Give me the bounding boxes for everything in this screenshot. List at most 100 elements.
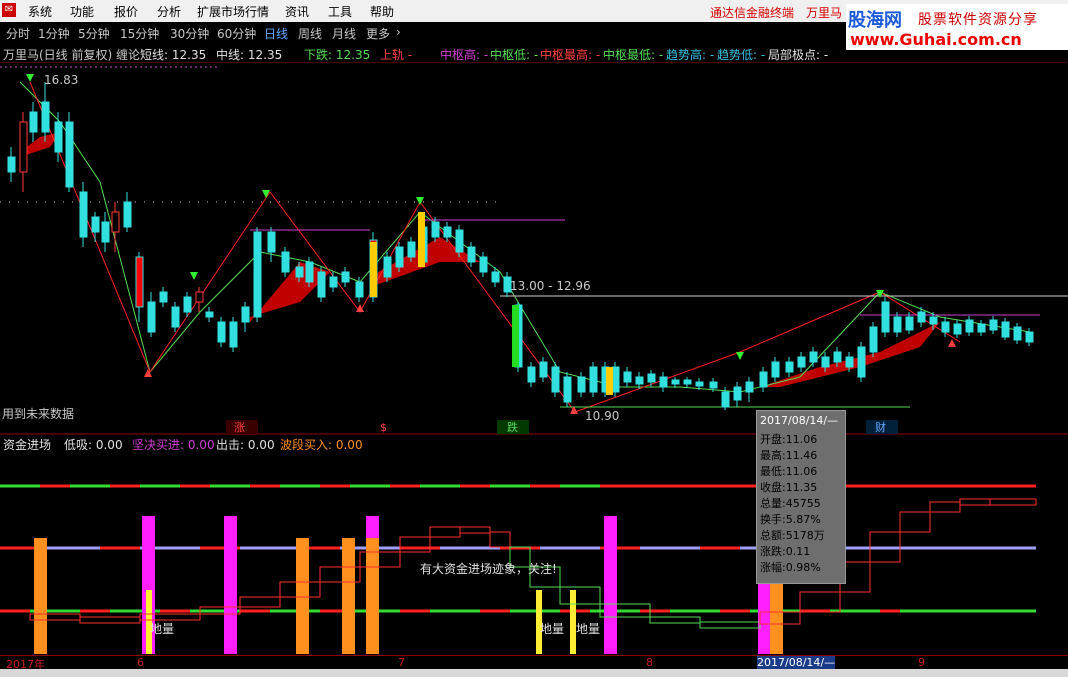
candle[interactable] xyxy=(29,111,38,133)
menu-extended-market[interactable]: 扩展市场行情 xyxy=(197,3,269,20)
stock-name-link[interactable]: 万里马 xyxy=(806,4,842,21)
period-weekly[interactable]: 周线 xyxy=(298,25,322,42)
candle[interactable] xyxy=(635,376,644,385)
candle[interactable] xyxy=(1001,321,1010,338)
candle[interactable] xyxy=(355,281,364,298)
candle[interactable] xyxy=(65,121,74,188)
candle[interactable] xyxy=(241,306,250,323)
candle[interactable] xyxy=(917,311,926,323)
candle[interactable] xyxy=(395,246,404,268)
candle[interactable] xyxy=(147,301,156,333)
candle[interactable] xyxy=(455,229,464,253)
highlight-candle[interactable] xyxy=(512,305,519,367)
menu-tools[interactable]: 工具 xyxy=(328,3,352,20)
candle[interactable] xyxy=(809,351,818,363)
candle[interactable] xyxy=(683,379,692,385)
terminal-link[interactable]: 通达信金融终端 xyxy=(710,4,794,21)
candle[interactable] xyxy=(833,351,842,363)
candle[interactable] xyxy=(965,319,974,333)
candle[interactable] xyxy=(111,211,120,233)
period-5min[interactable]: 5分钟 xyxy=(78,25,110,42)
candle[interactable] xyxy=(721,391,730,408)
candle[interactable] xyxy=(563,376,572,403)
candle[interactable] xyxy=(341,271,350,283)
candle[interactable] xyxy=(857,346,866,378)
candle[interactable] xyxy=(785,361,794,373)
candle[interactable] xyxy=(905,316,914,331)
period-more[interactable]: 更多 xyxy=(366,25,390,42)
menu-system[interactable]: 系统 xyxy=(28,3,52,20)
candle[interactable] xyxy=(577,376,586,393)
candle[interactable] xyxy=(183,296,192,313)
bottom-tab-bar[interactable] xyxy=(0,669,1068,677)
candle[interactable] xyxy=(989,319,998,331)
candle[interactable] xyxy=(159,291,168,303)
candle[interactable] xyxy=(443,226,452,238)
candle[interactable] xyxy=(305,261,314,283)
candle[interactable] xyxy=(977,323,986,333)
candle[interactable] xyxy=(869,326,878,353)
candle[interactable] xyxy=(54,121,63,153)
menu-news[interactable]: 资讯 xyxy=(285,3,309,20)
app-icon[interactable]: ✉ xyxy=(2,3,16,17)
candle[interactable] xyxy=(281,251,290,273)
highlight-candle[interactable] xyxy=(418,212,425,267)
candle[interactable] xyxy=(135,256,144,308)
period-1min[interactable]: 1分钟 xyxy=(38,25,70,42)
candle[interactable] xyxy=(771,361,780,378)
candle[interactable] xyxy=(941,321,950,333)
candle[interactable] xyxy=(41,101,50,133)
period-daily[interactable]: 日线 xyxy=(264,25,288,42)
candle[interactable] xyxy=(893,316,902,333)
candle[interactable] xyxy=(551,366,560,393)
candle[interactable] xyxy=(431,221,440,238)
period-15min[interactable]: 15分钟 xyxy=(120,25,159,42)
period-intraday[interactable]: 分时 xyxy=(6,25,30,42)
price-chart-area[interactable]: 16.83 10.90 13.00 - 12.96 用到未来数据 涨 $ 跌 财… xyxy=(0,62,1068,655)
menu-analysis[interactable]: 分析 xyxy=(157,3,181,20)
candle[interactable] xyxy=(217,321,226,343)
candle[interactable] xyxy=(695,381,704,387)
candle[interactable] xyxy=(317,271,326,298)
candle[interactable] xyxy=(647,373,656,383)
candle[interactable] xyxy=(709,381,718,389)
candle[interactable] xyxy=(123,201,132,228)
candle[interactable] xyxy=(611,366,620,393)
candle[interactable] xyxy=(929,316,938,325)
candle[interactable] xyxy=(267,231,276,253)
chevron-right-icon[interactable]: › xyxy=(396,25,401,39)
period-60min[interactable]: 60分钟 xyxy=(217,25,256,42)
candle[interactable] xyxy=(7,156,16,173)
candle[interactable] xyxy=(205,311,214,318)
candle[interactable] xyxy=(845,356,854,368)
candle[interactable] xyxy=(101,221,110,243)
highlight-candle[interactable] xyxy=(370,242,377,297)
candle[interactable] xyxy=(229,321,238,348)
menu-quote[interactable]: 报价 xyxy=(114,3,138,20)
candle[interactable] xyxy=(491,271,500,283)
candle[interactable] xyxy=(759,371,768,388)
candle[interactable] xyxy=(91,216,100,233)
highlight-candle[interactable] xyxy=(606,367,613,395)
candle[interactable] xyxy=(821,356,830,368)
period-monthly[interactable]: 月线 xyxy=(332,25,356,42)
candle[interactable] xyxy=(329,276,338,288)
candle[interactable] xyxy=(539,361,548,378)
candle[interactable] xyxy=(881,301,890,333)
period-30min[interactable]: 30分钟 xyxy=(170,25,209,42)
indicator-name[interactable]: 资金进场 xyxy=(3,436,51,453)
candle[interactable] xyxy=(1013,326,1022,341)
candle[interactable] xyxy=(253,231,262,318)
candle[interactable] xyxy=(589,366,598,393)
candle[interactable] xyxy=(623,371,632,383)
candle[interactable] xyxy=(797,356,806,368)
candle[interactable] xyxy=(407,241,416,258)
candle[interactable] xyxy=(671,379,680,385)
candle[interactable] xyxy=(79,191,88,238)
candle[interactable] xyxy=(479,256,488,273)
menu-function[interactable]: 功能 xyxy=(70,3,94,20)
candle[interactable] xyxy=(953,323,962,335)
candle[interactable] xyxy=(745,381,754,393)
candle[interactable] xyxy=(19,121,28,173)
candle[interactable] xyxy=(383,256,392,278)
